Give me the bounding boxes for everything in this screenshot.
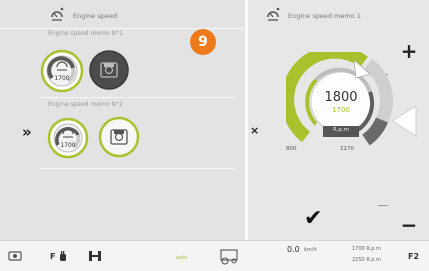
confirm-button[interactable]: ✔ (304, 208, 322, 230)
axle-icon[interactable] (88, 250, 102, 262)
mode-label: auto (176, 255, 188, 261)
camera-icon[interactable] (8, 249, 22, 263)
triangle-left-icon[interactable] (388, 104, 420, 138)
engine-speed-icon (51, 7, 64, 21)
engine-speed-memo-icon (267, 7, 280, 21)
speed-value: 0.0 (287, 245, 300, 254)
cancel-button[interactable]: × (250, 124, 259, 137)
decrease-button[interactable]: − (398, 214, 420, 236)
knob1-value: 1700 (54, 75, 69, 82)
gauge-min-label: 800 (286, 146, 297, 152)
left-title: Engine speed (73, 12, 117, 20)
memo-bottom-separator (40, 168, 235, 169)
rpm-line2: 2250 R.p.m (352, 257, 381, 263)
gauge-unit: R.p.m (333, 127, 349, 133)
tractor-icon[interactable] (218, 247, 240, 265)
right-title: Engine speed memo 1 (288, 12, 361, 20)
step-number-badge: 9 (190, 29, 216, 55)
gauge-value: 1800 (324, 90, 358, 105)
increase-button[interactable]: + (398, 40, 420, 62)
memo2-label: Engine speed memo N°2 (48, 101, 123, 108)
bottom-status-bar: F auto 0.0 km/h 1700 R.p.m 2250 R.p.m F2 (0, 240, 429, 271)
knob2-value: 1700 (60, 142, 75, 149)
rpm-line1: 1700 R.p.m (352, 246, 381, 252)
hand-icon (60, 251, 66, 261)
f-hand-label[interactable]: F (50, 252, 55, 261)
memo1-speed-knob[interactable]: 1700 (40, 48, 84, 94)
memo-separator (40, 97, 235, 98)
right-panel: Engine speed memo 1 + 1800 1700 R.p.m 80… (248, 0, 429, 240)
left-header: Engine speed (0, 0, 245, 29)
gauge-max-label: 2270 (340, 146, 354, 152)
memo1-store-button[interactable] (88, 49, 130, 91)
gauge-set-value: 1700 (332, 106, 350, 114)
f2-label[interactable]: F2 (408, 252, 419, 261)
memo2-store-button[interactable] (98, 116, 140, 158)
screen: Engine speed Engine speed memo N°1 1700 … (0, 0, 429, 271)
speed-unit: km/h (304, 247, 317, 253)
minus-tick (378, 205, 388, 206)
expand-chevron-icon[interactable]: » (22, 123, 32, 141)
memo1-label: Engine speed memo N°1 (48, 30, 123, 37)
memo2-speed-knob[interactable]: 1700 (47, 116, 89, 160)
right-header: Engine speed memo 1 (248, 0, 429, 28)
